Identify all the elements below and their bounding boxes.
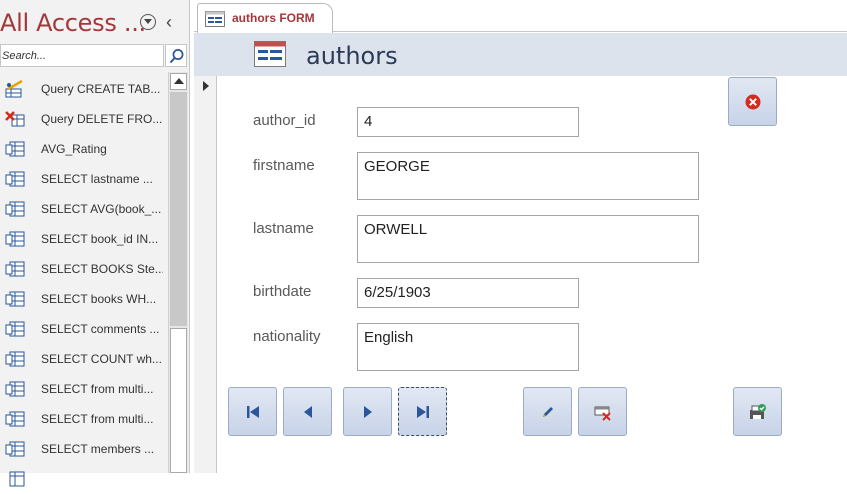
- navigation-title[interactable]: All Access ...: [0, 9, 146, 37]
- form-icon: [254, 41, 286, 67]
- nav-item-query-delete[interactable]: Query DELETE FRO...: [0, 104, 168, 134]
- search-button[interactable]: [165, 44, 187, 67]
- nav-item-select-count[interactable]: SELECT COUNT wh...: [0, 344, 168, 374]
- document-tab-strip: authors FORM: [194, 0, 847, 33]
- birthdate-field[interactable]: 6/25/1903: [357, 278, 579, 308]
- query-icon: [5, 260, 25, 278]
- close-form-button[interactable]: [728, 77, 777, 126]
- delete-record-icon: [594, 406, 611, 421]
- nav-item-select-lastname[interactable]: SELECT lastname ...: [0, 164, 168, 194]
- query-icon: [5, 320, 25, 338]
- lastname-field[interactable]: ORWELL: [357, 215, 699, 263]
- nav-item-label: SELECT members ...: [41, 442, 155, 456]
- edit-pencil-icon: [543, 407, 553, 417]
- delete-query-icon: [5, 110, 25, 128]
- current-record-arrow-icon: [203, 81, 209, 91]
- collapse-pane-icon[interactable]: ‹: [166, 12, 172, 33]
- author-id-field[interactable]: 4: [357, 107, 579, 137]
- previous-record-icon: [304, 406, 312, 418]
- last-record-button[interactable]: [398, 387, 447, 436]
- navigation-header: All Access ... ‹: [0, 0, 190, 42]
- search-icon: [169, 49, 184, 64]
- nationality-field[interactable]: English: [357, 323, 579, 371]
- delete-record-button[interactable]: [578, 387, 627, 436]
- nav-item-label: SELECT BOOKS Ste...: [41, 262, 163, 276]
- author-id-label: author_id: [253, 112, 316, 129]
- form-header: authors: [194, 33, 847, 76]
- nav-item-label: SELECT book_id IN...: [41, 232, 159, 246]
- form-icon: [205, 11, 225, 27]
- tab-authors-form[interactable]: authors FORM: [197, 3, 333, 33]
- scroll-up-arrow-icon[interactable]: [170, 73, 187, 90]
- firstname-field[interactable]: GEORGE: [357, 152, 699, 200]
- navigation-list: Query CREATE TAB... Query DELETE FRO... …: [0, 74, 168, 494]
- nav-item-label: AVG_Rating: [41, 142, 107, 156]
- nav-item-partial[interactable]: [0, 464, 168, 494]
- tab-label: authors FORM: [232, 11, 315, 25]
- record-selector[interactable]: [194, 76, 217, 473]
- search-input[interactable]: [1, 45, 163, 66]
- first-record-button[interactable]: [228, 387, 277, 436]
- query-icon: [5, 140, 25, 158]
- query-icon: [5, 200, 25, 218]
- next-record-button[interactable]: [343, 387, 392, 436]
- edit-record-button[interactable]: [523, 387, 572, 436]
- lastname-label: lastname: [253, 220, 314, 237]
- firstname-label: firstname: [253, 157, 315, 174]
- next-record-icon: [364, 406, 372, 418]
- nav-item-label: Query CREATE TAB...: [41, 82, 161, 96]
- navigation-scrollbar[interactable]: [168, 72, 188, 473]
- query-icon: [5, 410, 25, 428]
- query-icon: [5, 440, 25, 458]
- last-record-icon: [417, 406, 429, 418]
- form-title: authors: [306, 42, 398, 70]
- nav-item-select-book-id[interactable]: SELECT book_id IN...: [0, 224, 168, 254]
- nav-item-select-comments[interactable]: SELECT comments ...: [0, 314, 168, 344]
- nav-item-select-members[interactable]: SELECT members ...: [0, 434, 168, 464]
- save-record-button[interactable]: [733, 387, 782, 436]
- navigation-pane: All Access ... ‹ Query CREATE TAB...: [0, 0, 190, 487]
- nav-item-select-from-multi-2[interactable]: SELECT from multi...: [0, 404, 168, 434]
- save-record-icon: [750, 404, 766, 419]
- nav-item-label: SELECT comments ...: [41, 322, 160, 336]
- query-icon: [5, 380, 25, 398]
- nav-item-label: SELECT COUNT wh...: [41, 352, 162, 366]
- nav-item-label: Query DELETE FRO...: [41, 112, 163, 126]
- make-table-query-icon: [5, 79, 25, 98]
- query-icon: [5, 170, 25, 188]
- birthdate-label: birthdate: [253, 283, 312, 300]
- nav-item-select-from-multi[interactable]: SELECT from multi...: [0, 374, 168, 404]
- nav-item-label: SELECT books WH...: [41, 292, 157, 306]
- nav-item-label: SELECT from multi...: [41, 382, 154, 396]
- nav-item-label: SELECT from multi...: [41, 412, 154, 426]
- first-record-icon: [247, 406, 259, 418]
- previous-record-button[interactable]: [283, 387, 332, 436]
- nav-item-select-avg[interactable]: SELECT AVG(book_...: [0, 194, 168, 224]
- nationality-label: nationality: [253, 328, 321, 345]
- nav-item-select-books-ste[interactable]: SELECT BOOKS Ste...: [0, 254, 168, 284]
- scrollbar-thumb[interactable]: [170, 92, 187, 326]
- query-icon: [5, 230, 25, 248]
- query-icon: [5, 350, 25, 368]
- nav-item-label: SELECT lastname ...: [41, 172, 153, 186]
- nav-item-query-create-table[interactable]: Query CREATE TAB...: [0, 74, 168, 104]
- nav-item-select-books-where[interactable]: SELECT books WH...: [0, 284, 168, 314]
- nav-item-avg-rating[interactable]: AVG_Rating: [0, 134, 168, 164]
- scrollbar-track[interactable]: [170, 328, 187, 473]
- search-field[interactable]: [0, 44, 164, 67]
- query-icon: [5, 290, 25, 308]
- nav-item-label: SELECT AVG(book_...: [41, 202, 162, 216]
- chevron-down-icon[interactable]: [140, 14, 156, 30]
- close-form-icon: [745, 94, 761, 110]
